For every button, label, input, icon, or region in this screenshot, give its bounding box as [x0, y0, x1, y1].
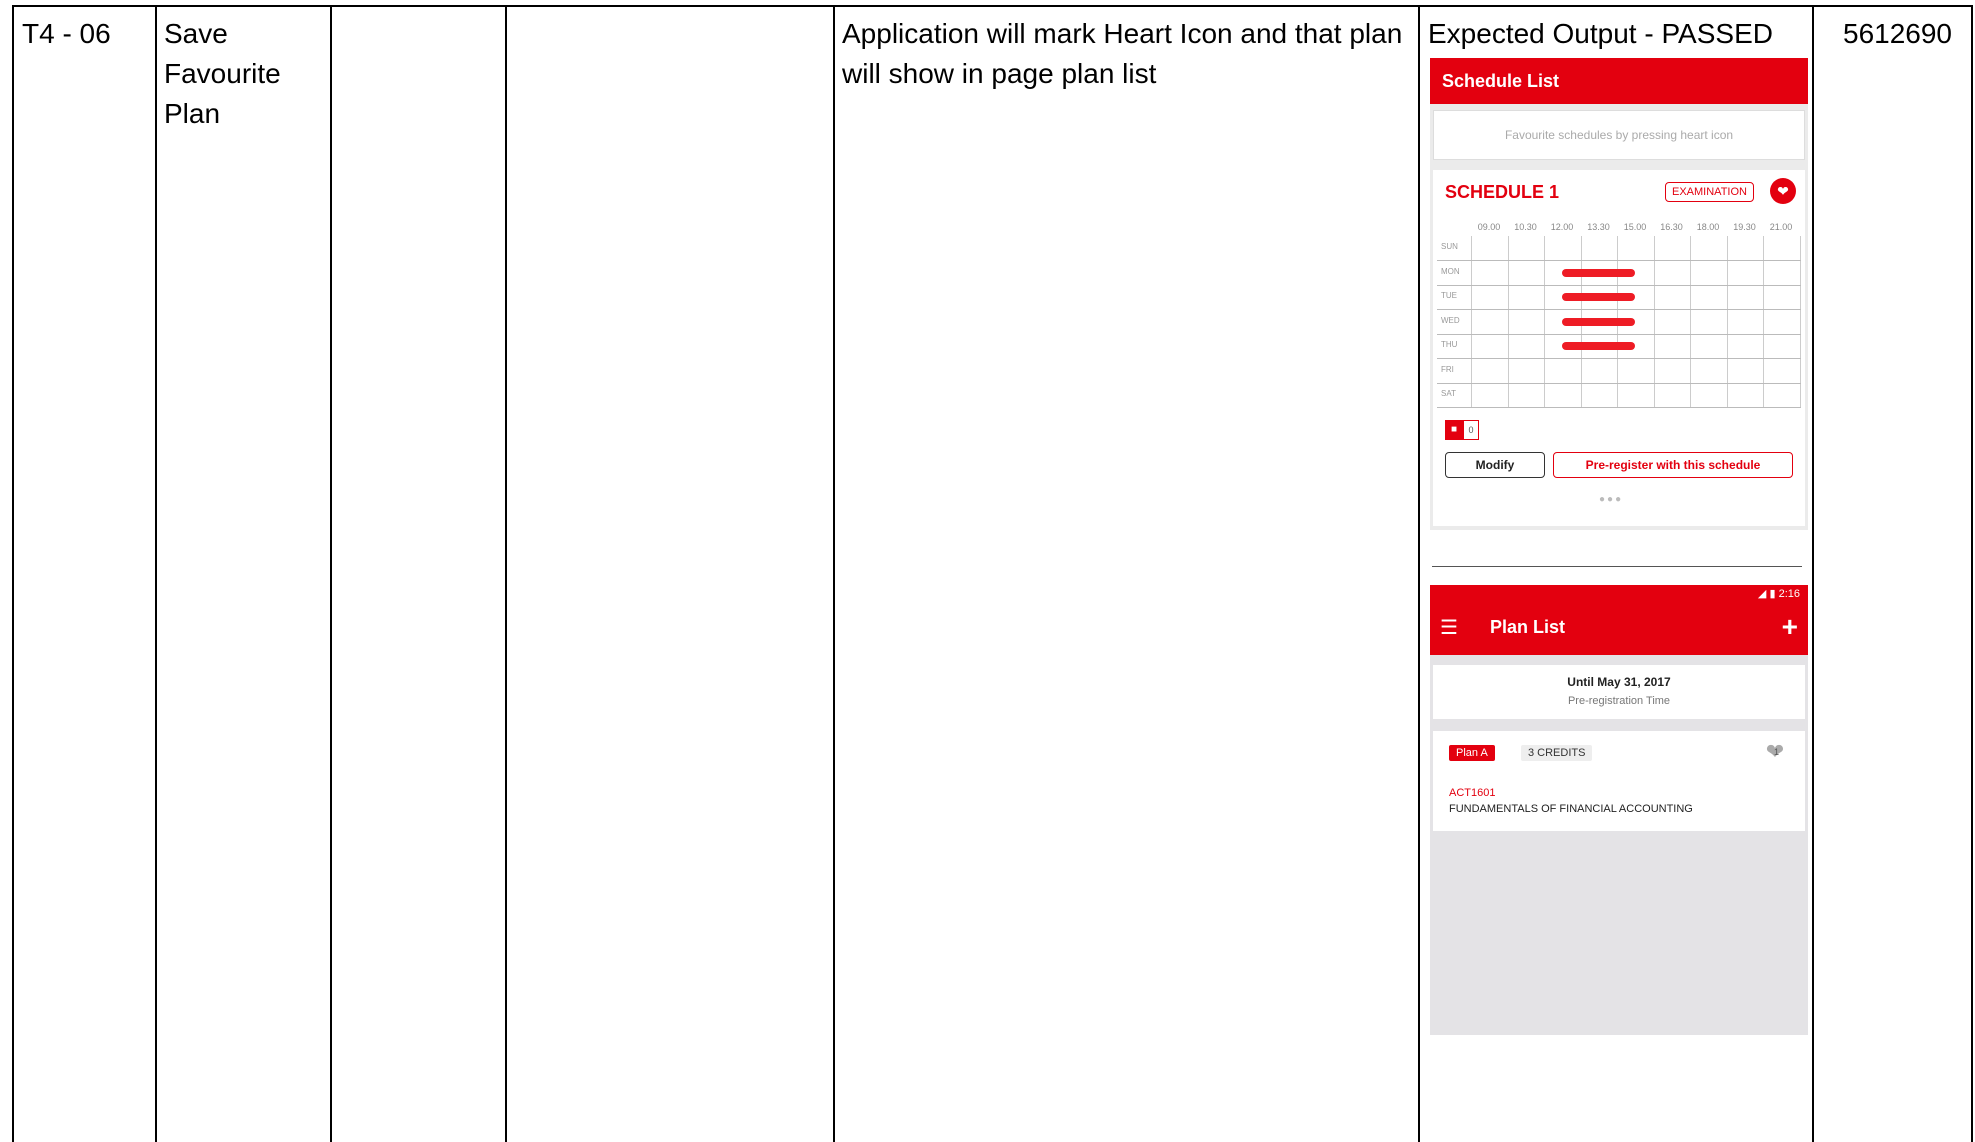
day-label: TUE [1441, 291, 1457, 300]
time-label: 10.30 [1514, 222, 1537, 232]
plan-list-header: ☰ Plan List + [1430, 603, 1808, 655]
time-label: 18.00 [1696, 222, 1720, 232]
time-label: 12.00 [1550, 222, 1574, 232]
schedule-list-header: Schedule List [1430, 58, 1808, 104]
day-label: THU [1441, 340, 1458, 349]
heart-count: 1 [1774, 747, 1780, 757]
status-bar: ◢ ▮ 2:16 [1430, 585, 1808, 603]
day-label: WED [1441, 315, 1460, 325]
day-label: FRI [1441, 364, 1454, 374]
time-label: 16.30 [1660, 222, 1683, 232]
add-plan-icon[interactable]: + [1782, 611, 1798, 643]
time-label: 09.00 [1477, 222, 1501, 232]
signal-icon: ◢ [1757, 588, 1767, 600]
day-label: MON [1441, 266, 1460, 276]
preregister-button[interactable]: Pre-register with this schedule [1553, 452, 1793, 478]
test-name: Save Favourite Plan [164, 18, 281, 129]
plan-list-title: Plan List [1490, 617, 1566, 637]
test-description: Application will mark Heart Icon and tha… [842, 18, 1403, 89]
schedule-list-screenshot: Schedule List Favourite schedules by pre… [1430, 58, 1808, 530]
time-label: 21.00 [1769, 222, 1793, 232]
seat-icon: ■ [1445, 420, 1463, 440]
column-divider [1812, 5, 1814, 1142]
time-label: 15.00 [1623, 222, 1647, 232]
column-divider [155, 5, 157, 1142]
seat-count: 0 [1463, 420, 1479, 440]
column-divider [505, 5, 507, 1142]
examination-badge[interactable]: EXAMINATION [1665, 182, 1754, 202]
until-date: Until May 31, 2017 [1567, 675, 1671, 689]
timetable-row: SUN [1437, 236, 1801, 261]
plan-list-screenshot: ◢ ▮ 2:16 ☰ Plan List + Until May 31, 201… [1430, 585, 1808, 1035]
schedule-title: SCHEDULE 1 [1445, 182, 1560, 202]
class-slot [1562, 317, 1636, 326]
time-label: 19.30 [1733, 222, 1756, 232]
test-id: T4 - 06 [22, 18, 111, 49]
class-slot [1562, 342, 1636, 350]
column-divider [330, 5, 332, 1142]
timetable-row: TUE [1437, 285, 1801, 310]
status-time: 2:16 [1778, 588, 1800, 600]
timetable-row: MON [1437, 261, 1801, 286]
column-divider [1971, 5, 1973, 1142]
course-code: ACT1601 [1449, 787, 1496, 799]
timetable-header: 09.00 10.30 12.00 13.30 15.00 16.30 18.00 19.30… [1471, 222, 1801, 236]
column-divider [1418, 5, 1420, 1142]
favourite-hint: Favourite schedules by pressing heart ic… [1433, 110, 1805, 160]
column-divider [833, 5, 835, 1142]
preregistration-card: Until May 31, 2017 Pre-registration Time [1433, 665, 1805, 719]
more-dots-icon[interactable]: ●●● [1599, 494, 1623, 505]
time-label: 13.30 [1587, 222, 1610, 232]
until-label: Pre-registration Time [1567, 695, 1671, 707]
timetable-row: SAT [1437, 383, 1801, 408]
course-name: FUNDAMENTALS OF FINANCIAL ACCOUNTING [1449, 803, 1693, 815]
screenshot-divider [1432, 566, 1802, 567]
menu-icon[interactable]: ☰ [1440, 615, 1458, 640]
class-slot [1562, 268, 1636, 277]
column-divider [12, 5, 14, 1142]
day-label: SUN [1441, 242, 1458, 251]
modify-button[interactable]: Modify [1445, 452, 1545, 478]
battery-icon: ▮ [1769, 588, 1776, 600]
timetable-row: THU [1437, 334, 1801, 359]
table-top-border [12, 5, 1972, 7]
test-result: Expected Output - PASSED [1428, 18, 1773, 49]
day-label: SAT [1441, 389, 1456, 398]
student-id: 5612690 [1843, 18, 1953, 49]
timetable-row: FRI [1437, 359, 1801, 384]
plan-card[interactable]: Plan A 3 CREDITS ❤ 1 ACT1601 FUNDAMENTAL… [1433, 731, 1805, 831]
timetable-row: WED [1437, 310, 1801, 335]
schedule-card[interactable]: SCHEDULE 1 EXAMINATION ❤ 09.00 10.30 12.00… [1433, 170, 1805, 526]
credits-badge: 3 CREDITS [1521, 745, 1593, 761]
plan-tag: Plan A [1449, 745, 1495, 761]
heart-icon[interactable]: ❤ [1770, 178, 1796, 204]
class-slot [1562, 293, 1636, 301]
